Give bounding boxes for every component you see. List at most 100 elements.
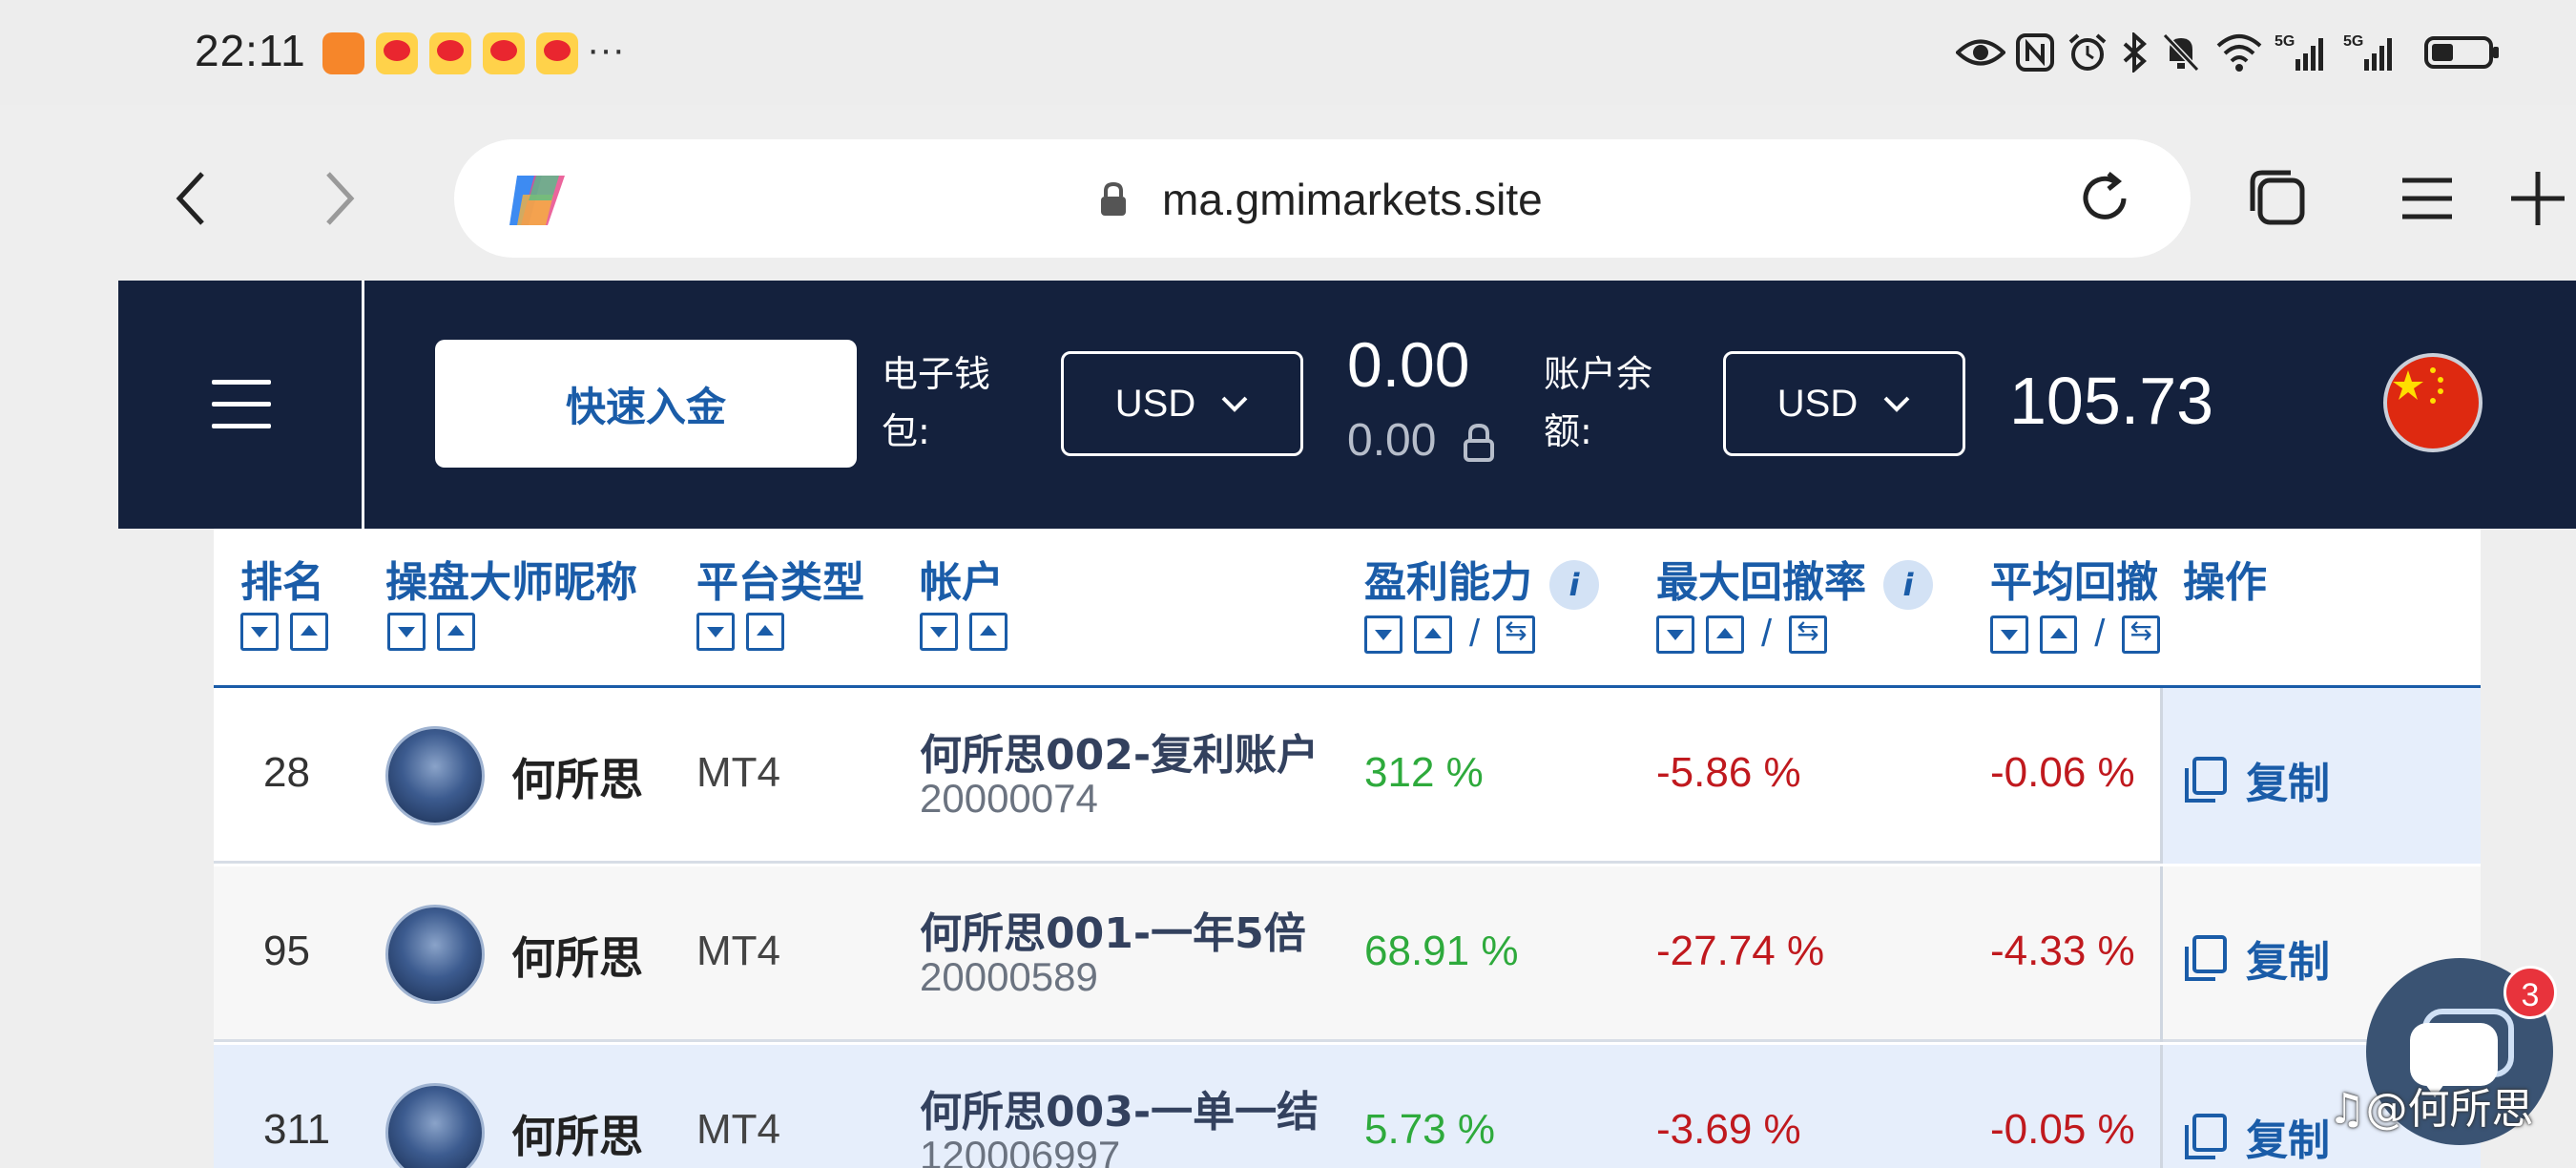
- profit-value: 312 %: [1364, 749, 1484, 796]
- weibo-notification-icon: [429, 32, 471, 74]
- sort-asc-button[interactable]: [437, 613, 475, 651]
- url-text[interactable]: ma.gmimarkets.site: [1162, 174, 1543, 225]
- sort-asc-button[interactable]: [746, 613, 784, 651]
- copy-label: 复制: [2246, 1116, 2330, 1165]
- clock: 22:11: [195, 26, 306, 75]
- trader-nickname[interactable]: 何所思: [511, 924, 643, 987]
- mute-icon: [2162, 32, 2200, 73]
- copy-label: 复制: [2246, 760, 2330, 808]
- chevron-left-icon: [176, 172, 204, 225]
- trader-nickname[interactable]: 何所思: [511, 745, 643, 808]
- reload-icon: [2083, 172, 2127, 219]
- column-header-nickname: 操盘大师昵称: [385, 558, 637, 607]
- lock-icon: [1464, 423, 1494, 462]
- hamburger-icon[interactable]: [212, 424, 271, 428]
- column-header-action: 操作: [2183, 558, 2267, 607]
- table-row: 95 何所思 MT4 何所思001-一年5倍 20000589 68.91 % …: [214, 866, 2481, 1042]
- wallet-label: 电子钱包:: [882, 353, 991, 452]
- rank-value: 311: [263, 1106, 331, 1153]
- copy-button[interactable]: 复制: [2183, 928, 2330, 989]
- back-button[interactable]: [153, 160, 229, 237]
- status-bar: 22:11 ··· 5G 5G: [0, 0, 2576, 105]
- balance-value: 105.73: [2009, 364, 2214, 438]
- notification-app-icon: [322, 32, 364, 74]
- copy-icon: [2185, 1114, 2227, 1159]
- account-name[interactable]: 何所思001-一年5倍: [920, 899, 1306, 960]
- info-icon[interactable]: i: [1883, 560, 1933, 610]
- rank-value: 95: [263, 928, 310, 974]
- avatar[interactable]: [385, 905, 485, 1004]
- balance-label: 账户余额:: [1544, 353, 1653, 452]
- copy-label: 复制: [2246, 938, 2330, 987]
- trader-nickname[interactable]: 何所思: [511, 1102, 643, 1165]
- column-header-profit: 盈利能力 i: [1364, 548, 1599, 610]
- reload-button[interactable]: [2067, 160, 2143, 237]
- separator: /: [1469, 613, 1481, 655]
- account-number: 20000589: [920, 954, 1098, 999]
- profit-value: 5.73 %: [1364, 1106, 1495, 1153]
- copy-button[interactable]: 复制: [2183, 749, 2330, 810]
- copy-icon: [2185, 757, 2227, 803]
- copy-button[interactable]: 复制: [2183, 1106, 2330, 1167]
- separator: /: [2094, 613, 2106, 655]
- watermark-text: @何所思: [2365, 1085, 2534, 1134]
- wallet-currency-select[interactable]: USD: [1061, 351, 1303, 456]
- chevron-right-icon: [326, 172, 355, 225]
- swap-sort-button[interactable]: [2122, 615, 2160, 654]
- balance-currency-select[interactable]: USD: [1723, 351, 1965, 456]
- sort-controls: /: [1656, 613, 1828, 656]
- language-flag-button[interactable]: [2383, 353, 2483, 452]
- hamburger-icon[interactable]: [212, 402, 271, 407]
- sort-asc-button[interactable]: [1414, 615, 1452, 654]
- swap-sort-button[interactable]: [1789, 615, 1828, 654]
- menu-icon: [2402, 177, 2452, 219]
- hamburger-icon[interactable]: [212, 380, 271, 385]
- sort-asc-button[interactable]: [290, 613, 328, 651]
- wifi-icon: [2216, 34, 2262, 72]
- column-header-max-drawdown: 最大回撤率 i: [1656, 548, 1933, 610]
- avatar[interactable]: [385, 726, 485, 825]
- wallet-currency-value: USD: [1114, 382, 1196, 425]
- sort-desc-button[interactable]: [920, 613, 958, 651]
- account-name[interactable]: 何所思002-复利账户: [920, 720, 1319, 782]
- info-icon[interactable]: i: [1549, 560, 1599, 610]
- max-drawdown-header-label: 最大回撤率: [1656, 558, 1866, 607]
- sort-desc-button[interactable]: [696, 613, 735, 651]
- account-name[interactable]: 何所思003-一单一结: [920, 1077, 1319, 1138]
- swap-sort-button[interactable]: [1497, 615, 1536, 654]
- eye-icon: [1956, 39, 2005, 66]
- copilot-icon[interactable]: [504, 166, 572, 235]
- avatar[interactable]: [385, 1083, 485, 1168]
- quick-deposit-button[interactable]: 快速入金: [435, 340, 857, 468]
- sort-desc-button[interactable]: [1990, 615, 2028, 654]
- browser-menu-button[interactable]: [2389, 160, 2465, 237]
- forward-button[interactable]: [301, 160, 378, 237]
- new-tab-button[interactable]: [2500, 160, 2576, 237]
- chevron-down-icon: [1221, 396, 1248, 412]
- sort-asc-button[interactable]: [1706, 615, 1744, 654]
- svg-text:5G: 5G: [2343, 33, 2363, 50]
- alarm-icon: [2068, 33, 2107, 71]
- lock-icon: [1101, 181, 1126, 216]
- account-number: 20000074: [920, 776, 1098, 821]
- sort-desc-button[interactable]: [387, 613, 426, 651]
- profit-value: 68.91 %: [1364, 928, 1519, 974]
- tabs-button[interactable]: [2240, 160, 2316, 237]
- signal-5g-icon: 5G: [2275, 33, 2323, 71]
- max-drawdown-value: -27.74 %: [1656, 928, 1825, 974]
- column-header-account: 帐户: [920, 558, 1004, 607]
- sort-desc-button[interactable]: [1364, 615, 1402, 654]
- signal-5g-icon: 5G: [2343, 33, 2392, 71]
- chevron-down-icon: [1883, 396, 1910, 412]
- watermark: ♫@何所思: [2328, 1074, 2533, 1136]
- sort-controls: [240, 613, 328, 651]
- weibo-notification-icon: [536, 32, 578, 74]
- battery-icon: [2424, 36, 2499, 69]
- sort-desc-button[interactable]: [1656, 615, 1694, 654]
- sort-asc-button[interactable]: [2039, 615, 2078, 654]
- tabs-icon: [2250, 170, 2305, 225]
- sort-desc-button[interactable]: [240, 613, 279, 651]
- sort-asc-button[interactable]: [969, 613, 1008, 651]
- max-drawdown-value: -3.69 %: [1656, 1106, 1801, 1153]
- profit-header-label: 盈利能力: [1364, 558, 1532, 607]
